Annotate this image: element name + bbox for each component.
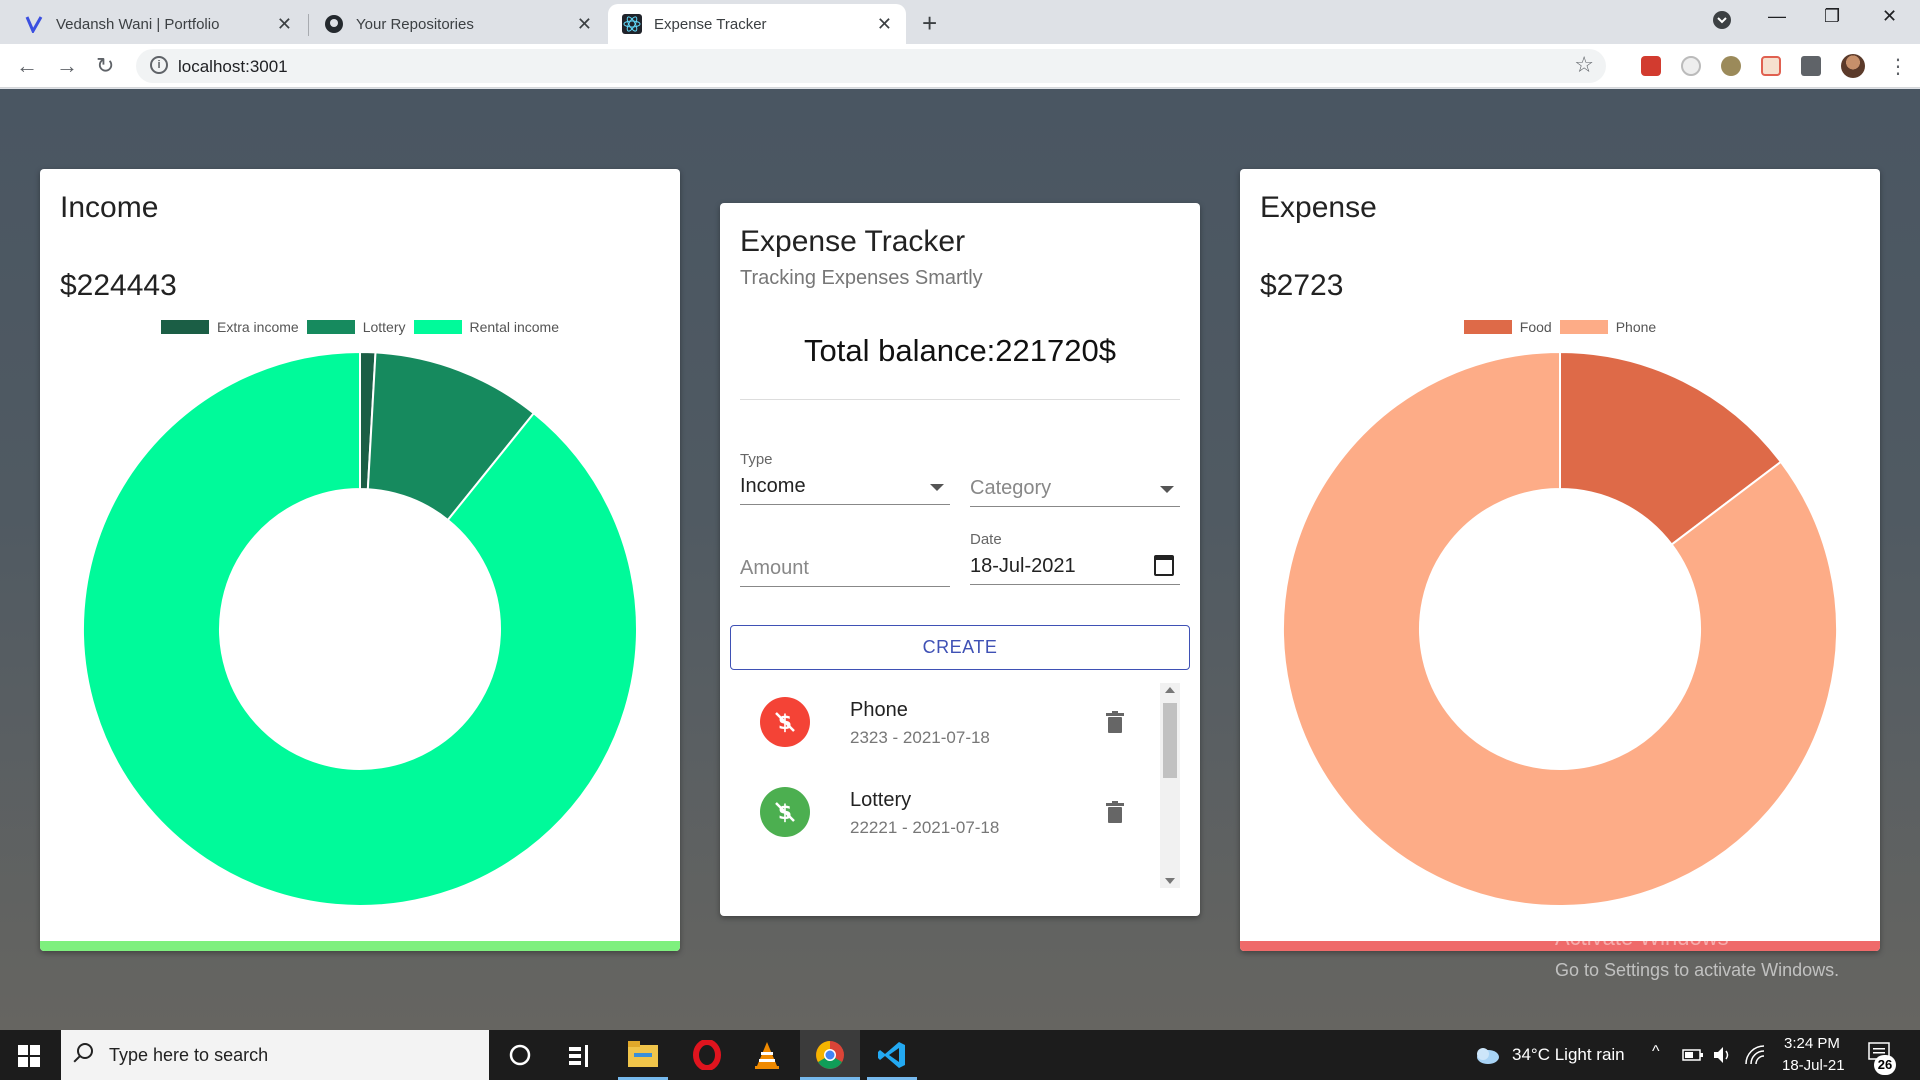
site-info-icon[interactable]: i — [150, 56, 168, 74]
back-icon[interactable]: ← — [16, 53, 38, 79]
calendar-icon[interactable] — [1154, 555, 1174, 576]
transaction-list: $ Phone 2323 - 2021-07-18 $ Lottery 2222… — [740, 683, 1180, 888]
expense-donut-chart — [1282, 350, 1838, 907]
browser-tab-bar: Vedansh Wani | Portfolio ✕ Your Reposito… — [0, 0, 1920, 44]
dropdown-arrow-icon — [930, 484, 944, 491]
amount-input[interactable]: Amount — [740, 553, 950, 587]
category-select[interactable]: Category — [970, 473, 1180, 507]
donut-slice-rental-income[interactable] — [82, 350, 638, 907]
create-button[interactable]: CREATE — [730, 625, 1190, 670]
activate-windows-subtitle: Go to Settings to activate Windows. — [1555, 960, 1840, 980]
chevron-up-icon[interactable]: ^ — [1652, 1043, 1660, 1061]
divider — [740, 399, 1180, 400]
delete-icon[interactable] — [1106, 801, 1124, 823]
date-label: Date — [970, 531, 1002, 548]
close-window-icon[interactable]: ✕ — [1882, 6, 1897, 27]
date-value: 18-Jul-2021 — [970, 555, 1076, 577]
dropdown-arrow-icon — [1160, 486, 1174, 493]
tracker-title: Expense Tracker — [740, 225, 966, 258]
weather-cloud-icon[interactable] — [1472, 1042, 1502, 1072]
date-input[interactable]: 18-Jul-2021 — [970, 551, 1180, 585]
vlc-icon[interactable] — [752, 1040, 782, 1070]
address-bar[interactable]: i localhost:3001 ☆ — [136, 49, 1606, 83]
total-balance: Total balance:221720$ — [804, 333, 1116, 368]
bookmark-star-icon[interactable]: ☆ — [1574, 52, 1594, 78]
url-text[interactable]: localhost:3001 — [178, 57, 288, 77]
tab-title: Expense Tracker — [654, 15, 767, 33]
taskbar-search-box[interactable]: Type here to search — [61, 1030, 489, 1080]
list-item[interactable]: $ Phone 2323 - 2021-07-18 — [740, 683, 1160, 763]
maximize-icon[interactable]: ❐ — [1824, 6, 1840, 27]
tab-search-icon[interactable] — [1712, 10, 1732, 35]
money-off-icon: $ — [760, 787, 810, 837]
volume-icon[interactable] — [1712, 1045, 1734, 1065]
close-tab-icon[interactable]: ✕ — [877, 14, 892, 35]
type-select[interactable]: Income — [740, 471, 950, 505]
v-logo-icon — [24, 14, 44, 34]
amount-placeholder: Amount — [740, 557, 809, 579]
github-icon — [324, 14, 344, 34]
extension-icon[interactable] — [1641, 56, 1661, 76]
notification-count-badge[interactable]: 26 — [1874, 1055, 1896, 1075]
money-off-icon: $ — [760, 697, 810, 747]
expense-card: Expense $2723 Food Phone — [1240, 169, 1880, 951]
extension-icon[interactable] — [1681, 56, 1701, 76]
search-icon — [77, 1043, 93, 1059]
scrollbar-thumb[interactable] — [1163, 703, 1177, 778]
close-tab-icon[interactable]: ✕ — [577, 14, 592, 35]
file-explorer-icon[interactable] — [613, 1030, 673, 1080]
transaction-name: Phone — [850, 699, 908, 721]
search-placeholder: Type here to search — [109, 1045, 269, 1065]
close-tab-icon[interactable]: ✕ — [277, 14, 292, 35]
reload-icon[interactable]: ↻ — [96, 53, 114, 79]
type-label: Type — [740, 451, 773, 468]
tracker-subtitle: Tracking Expenses Smartly — [740, 267, 983, 289]
tab-expense-tracker[interactable]: Expense Tracker ✕ — [608, 4, 906, 44]
tab-repositories[interactable]: Your Repositories ✕ — [310, 4, 606, 44]
transaction-detail: 22221 - 2021-07-18 — [850, 818, 1000, 837]
category-placeholder: Category — [970, 477, 1052, 499]
extension-icon[interactable] — [1721, 56, 1741, 76]
profile-avatar[interactable] — [1841, 54, 1865, 78]
extensions-puzzle-icon[interactable] — [1801, 56, 1821, 76]
wifi-icon[interactable] — [1744, 1044, 1766, 1066]
income-card: Income $224443 Extra income Lottery Rent… — [40, 169, 680, 951]
opera-icon[interactable] — [692, 1040, 722, 1070]
list-scrollbar[interactable] — [1160, 683, 1180, 888]
chrome-icon[interactable] — [800, 1030, 860, 1080]
vscode-icon[interactable] — [862, 1030, 922, 1080]
clock-time[interactable]: 3:24 PM — [1784, 1035, 1840, 1052]
windows-taskbar: Type here to search 34°C Light rain ^ 3:… — [0, 1030, 1920, 1080]
type-value: Income — [740, 475, 806, 497]
tab-portfolio[interactable]: Vedansh Wani | Portfolio ✕ — [10, 4, 306, 44]
task-view-icon[interactable] — [565, 1040, 595, 1070]
tab-title: Vedansh Wani | Portfolio — [56, 15, 220, 33]
minimize-icon[interactable]: — — [1768, 6, 1786, 27]
tab-title: Your Repositories — [356, 15, 474, 33]
app-page: Income $224443 Extra income Lottery Rent… — [0, 89, 1920, 1030]
battery-icon[interactable] — [1682, 1047, 1704, 1063]
scroll-up-arrow-icon[interactable] — [1165, 687, 1175, 693]
browser-menu-icon[interactable]: ⋮ — [1888, 54, 1908, 79]
activate-windows-title: Activate Windows — [1555, 925, 1729, 950]
new-tab-icon[interactable]: + — [922, 8, 937, 39]
income-accent-bar — [40, 941, 680, 951]
cortana-icon[interactable] — [505, 1040, 535, 1070]
windows-start-icon[interactable] — [18, 1045, 40, 1067]
react-icon — [622, 14, 642, 34]
transaction-detail: 2323 - 2021-07-18 — [850, 728, 990, 747]
extension-icon[interactable] — [1761, 56, 1781, 76]
transaction-name: Lottery — [850, 789, 912, 811]
delete-icon[interactable] — [1106, 711, 1124, 733]
clock-date[interactable]: 18-Jul-21 — [1782, 1057, 1845, 1074]
expense-tracker-card: Expense Tracker Tracking Expenses Smartl… — [720, 203, 1200, 916]
scroll-down-arrow-icon[interactable] — [1165, 878, 1175, 884]
income-donut-chart — [82, 350, 638, 907]
weather-text[interactable]: 34°C Light rain — [1512, 1045, 1625, 1065]
tab-separator — [308, 14, 309, 36]
browser-toolbar: ← → ↻ i localhost:3001 ☆ ⋮ — [0, 44, 1920, 88]
forward-icon[interactable]: → — [56, 53, 78, 79]
list-item[interactable]: $ Lottery 22221 - 2021-07-18 — [740, 773, 1160, 853]
